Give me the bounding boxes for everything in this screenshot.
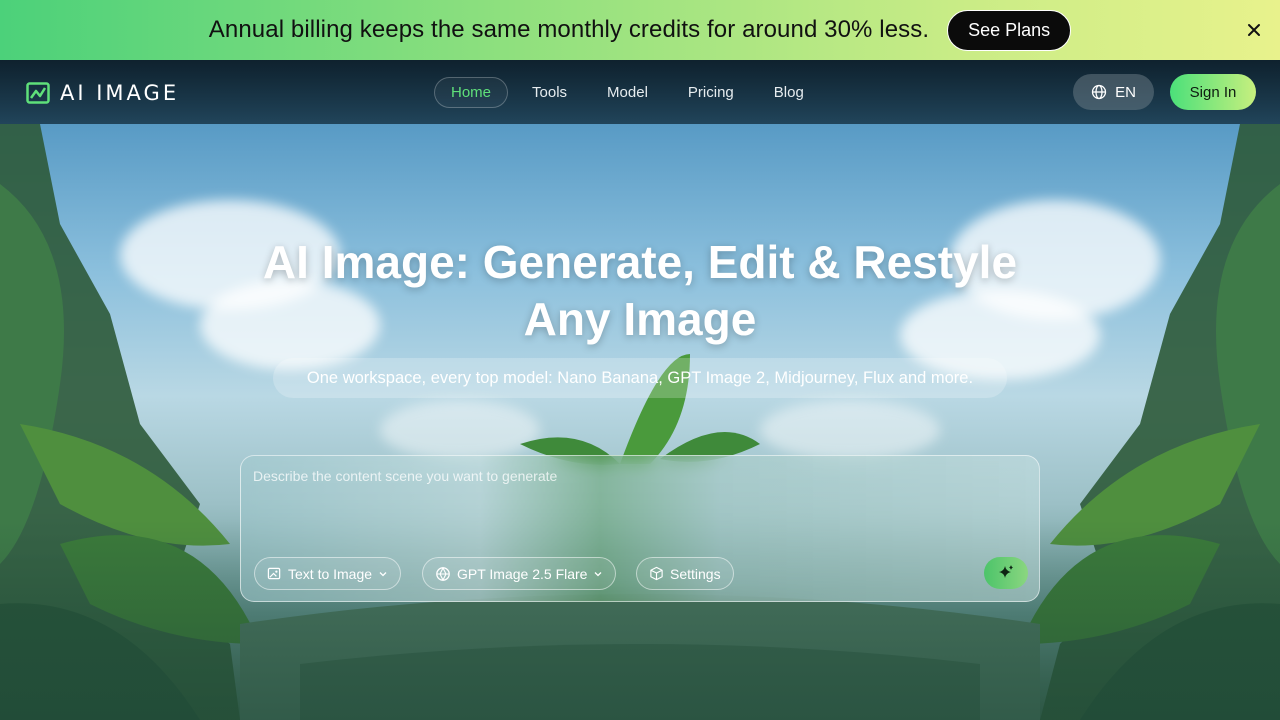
image-edit-icon	[267, 567, 281, 580]
hero-title: AI Image: Generate, Edit & Restyle Any I…	[140, 234, 1140, 348]
language-selector[interactable]: EN	[1073, 74, 1154, 110]
prompt-box: Text to Image GPT Image 2.5 Flare Settin…	[240, 455, 1040, 602]
nav-link-tools[interactable]: Tools	[516, 78, 583, 107]
settings-label: Settings	[670, 565, 721, 582]
logo-text: AI IMAGE	[60, 81, 180, 105]
promo-text: Annual billing keeps the same monthly cr…	[208, 16, 930, 43]
chevron-down-icon	[379, 571, 387, 576]
openai-icon	[436, 566, 450, 581]
model-select[interactable]: GPT Image 2.5 Flare	[422, 557, 617, 590]
logo-icon	[26, 82, 50, 104]
hero-title-line2: Any Image	[523, 293, 757, 345]
close-icon[interactable]	[1244, 20, 1264, 40]
model-label: GPT Image 2.5 Flare	[457, 565, 588, 582]
chevron-down-icon	[595, 571, 602, 576]
hero-title-line1: AI Image: Generate, Edit & Restyle	[262, 236, 1018, 288]
nav-links: Home Tools Model Pricing Blog	[434, 77, 820, 108]
nav-link-home[interactable]: Home	[434, 77, 509, 108]
cube-icon	[650, 566, 663, 581]
mode-label: Text to Image	[288, 565, 373, 582]
mode-select[interactable]: Text to Image	[254, 557, 402, 590]
hero-subtitle: One workspace, every top model: Nano Ban…	[273, 358, 1007, 398]
top-nav: AI IMAGE Home Tools Model Pricing Blog E…	[0, 60, 1280, 124]
prompt-input[interactable]	[253, 468, 1029, 548]
sign-in-button[interactable]: Sign In	[1170, 74, 1256, 110]
nav-link-blog[interactable]: Blog	[758, 78, 820, 107]
nav-link-model[interactable]: Model	[591, 78, 664, 107]
generate-button[interactable]	[984, 557, 1028, 589]
nav-link-pricing[interactable]: Pricing	[672, 78, 750, 107]
promo-banner: Annual billing keeps the same monthly cr…	[0, 0, 1280, 60]
sparkle-icon	[999, 565, 1013, 578]
language-label: EN	[1115, 83, 1136, 101]
logo[interactable]: AI IMAGE	[26, 81, 179, 105]
settings-button[interactable]: Settings	[636, 557, 734, 590]
globe-icon	[1091, 84, 1107, 100]
see-plans-button[interactable]: See Plans	[947, 9, 1072, 51]
